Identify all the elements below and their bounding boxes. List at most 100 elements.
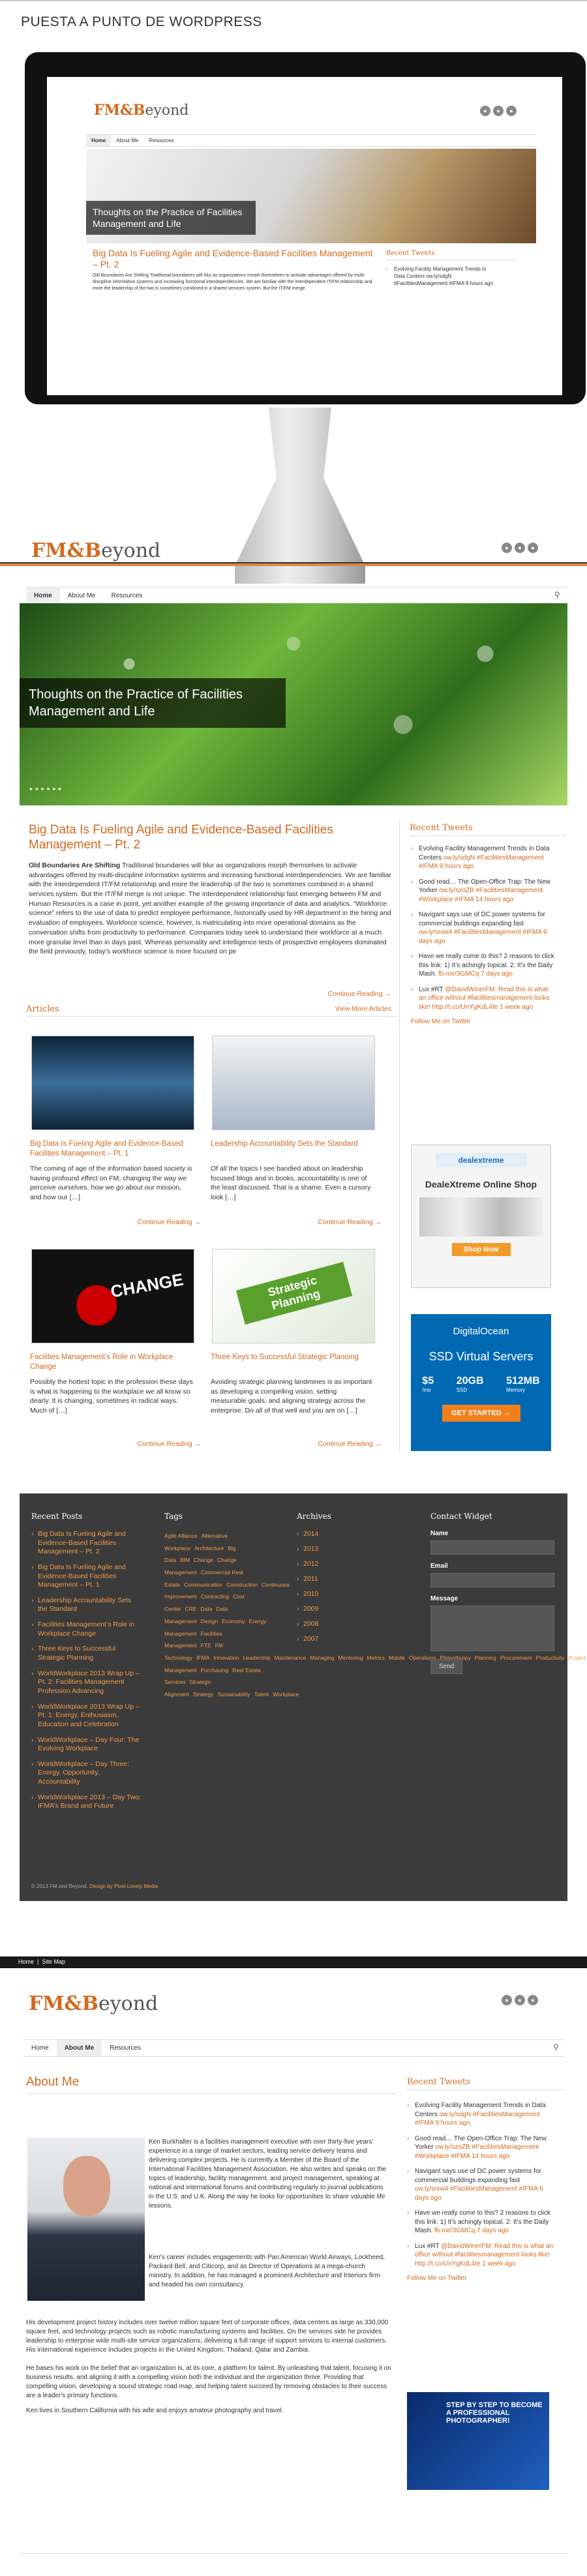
follow-twitter-link[interactable]: Follow Me on Twitter [411, 1018, 554, 1025]
footer-link[interactable]: Facilities Management’s Role in Workplac… [31, 1621, 142, 1638]
rss-icon[interactable]: ● [480, 106, 490, 116]
name-input[interactable] [430, 1540, 554, 1555]
archive-link[interactable]: 2012 [297, 1560, 395, 1568]
tag-link[interactable]: CRE [185, 1606, 197, 1612]
tag-link[interactable]: Workplace [273, 1691, 299, 1698]
footer-link[interactable]: WorldWorkplace 2013 Wrap Up – Pt. 1: Ene… [31, 1703, 142, 1730]
footer-link[interactable]: WorldWorkplace 2013 – Day Two: IFMA’s Br… [31, 1793, 142, 1811]
get-started-button[interactable]: GET STARTED → [442, 1405, 520, 1422]
article-title[interactable]: Big Data Is Fueling Agile and Evidence-B… [30, 1139, 193, 1159]
archive-link[interactable]: 2008 [297, 1620, 395, 1628]
archive-link[interactable]: 2013 [297, 1545, 395, 1553]
topbar-home[interactable]: Home [18, 1958, 34, 1965]
topbar-sitemap[interactable]: Site Map [42, 1958, 65, 1965]
tag-link[interactable]: Talent [254, 1691, 269, 1698]
nav-home[interactable]: Home [23, 2040, 57, 2056]
ad-photography[interactable]: STEP BY STEP TO BECOME A PROFESSIONAL PH… [407, 2392, 549, 2490]
archive-link[interactable]: 2007 [297, 1635, 395, 1643]
tag-link[interactable]: Mentoring [339, 1655, 363, 1661]
rss-icon[interactable]: ● [502, 543, 512, 553]
tweet-item: Navigant says use of DC power systems fo… [411, 910, 554, 946]
follow-twitter-link[interactable]: Follow Me on Twitter [407, 2275, 554, 2282]
footer-link[interactable]: Big Data Is Fueling Agile and Evidence-B… [31, 1530, 142, 1557]
archive-link[interactable]: 2014 [297, 1530, 395, 1538]
tag-link[interactable]: IFMA [196, 1655, 209, 1661]
tag-link[interactable]: Metrics [367, 1655, 384, 1661]
shop-now-button[interactable]: Shop Now [451, 1243, 511, 1256]
post-title[interactable]: Big Data Is Fueling Agile and Evidence-B… [29, 823, 394, 853]
footer-link[interactable]: Leadership Accountability Sets the Stand… [31, 1596, 142, 1614]
article-thumbnail[interactable]: CHANGE [31, 1249, 194, 1343]
send-button[interactable]: Send [430, 1659, 463, 1674]
continue-reading-link[interactable]: Continue Reading → [70, 1218, 201, 1226]
search-icon[interactable]: ⚲ [554, 590, 560, 599]
continue-reading-link[interactable]: Continue Reading → [261, 990, 391, 998]
tag-link[interactable]: Construction [226, 1581, 258, 1588]
tag-link[interactable]: Design [201, 1618, 218, 1625]
article-thumbnail[interactable] [31, 1036, 194, 1130]
site-logo[interactable]: FM&Beyond [29, 1992, 158, 2015]
nav-home[interactable]: Home [86, 135, 112, 146]
tag-link[interactable]: Contracting [201, 1593, 229, 1600]
nav-resources[interactable]: Resources [143, 135, 179, 146]
tag-link[interactable]: Maintenance [275, 1655, 307, 1661]
article-title[interactable]: Three Keys to Successful Strategic Plann… [211, 1353, 374, 1362]
article-thumbnail[interactable] [212, 1036, 375, 1130]
footer-link[interactable]: Three Keys to Successful Strategic Plann… [31, 1645, 142, 1662]
slider-dots[interactable]: ●●●●●● [29, 786, 64, 792]
nav-resources[interactable]: Resources [104, 588, 151, 604]
tag-link[interactable]: FTE [201, 1642, 211, 1649]
tag-link[interactable]: Architecture [194, 1545, 224, 1551]
twitter-icon[interactable]: ● [493, 106, 504, 116]
tag-link[interactable]: Sustainability [217, 1691, 250, 1698]
rss-icon[interactable]: ● [502, 1995, 512, 2005]
archive-link[interactable]: 2009 [297, 1605, 395, 1613]
ad-dealextreme[interactable]: dealextreme DealeXtreme Online Shop Shop… [411, 1145, 551, 1288]
view-more-articles-link[interactable]: View More Articles [261, 1005, 391, 1013]
nav-about[interactable]: About Me [60, 588, 104, 604]
tag-link[interactable]: Data [200, 1606, 212, 1612]
tag-link[interactable]: BIM [180, 1557, 190, 1563]
linkedin-icon[interactable]: ● [528, 543, 538, 553]
tag-link[interactable]: Innovation [213, 1655, 239, 1661]
nav-about[interactable]: About Me [111, 135, 143, 146]
footer-link[interactable]: Big Data Is Fueling Agile and Evidence-B… [31, 1563, 142, 1590]
tag-cloud[interactable]: Agile Alliance Alternative Workplace Archi… [164, 1530, 586, 1701]
tag-link[interactable]: Change [194, 1557, 213, 1563]
site-logo[interactable]: FM&Beyond [31, 539, 160, 562]
post-title[interactable]: Big Data Is Fueling Agile and Evidence-B… [93, 248, 373, 270]
site-logo[interactable]: FM&Beyond [94, 102, 188, 119]
footer-link[interactable]: WorldWorkplace 2013 Wrap Up – Pt. 2: Fac… [31, 1670, 142, 1696]
email-input[interactable] [430, 1573, 554, 1587]
continue-reading-link[interactable]: Continue Reading → [251, 1218, 382, 1226]
footer-link[interactable]: WorldWorkplace – Day Three: Energy, Oppo… [31, 1760, 142, 1787]
article-excerpt: Of all the topics I see bandied about on… [211, 1165, 371, 1202]
tag-link[interactable]: Purchasing [201, 1667, 229, 1673]
tag-link[interactable]: Mobile [389, 1655, 405, 1661]
archive-link[interactable]: 2011 [297, 1575, 395, 1583]
social-icons: ● ● ● [499, 541, 538, 553]
linkedin-icon[interactable]: ● [528, 1995, 538, 2005]
footer-link[interactable]: WorldWorkplace – Day Four: The Evolving … [31, 1736, 142, 1754]
tag-link[interactable]: Strategy [193, 1691, 214, 1698]
continue-reading-link[interactable]: Continue Reading → [251, 1440, 382, 1448]
tag-link[interactable]: Economy [222, 1618, 245, 1625]
continue-reading-link[interactable]: Continue Reading → [70, 1440, 201, 1448]
search-icon[interactable]: ⚲ [553, 2043, 559, 2052]
article-title[interactable]: Facilities Management’s Role in Workplac… [30, 1353, 193, 1372]
tag-link[interactable]: Managing [310, 1655, 334, 1661]
nav-home[interactable]: Home [26, 588, 60, 604]
tag-link[interactable]: Leadership [243, 1655, 271, 1661]
twitter-icon[interactable]: ● [515, 1995, 525, 2005]
ad-digitalocean[interactable]: DigitalOcean SSD Virtual Servers $5/mo 2… [411, 1314, 551, 1451]
article-thumbnail[interactable]: Strategic Planning [212, 1249, 375, 1343]
tag-link[interactable]: Communication [184, 1581, 222, 1588]
tag-link[interactable]: Agile Alliance [164, 1533, 198, 1539]
nav-resources[interactable]: Resources [102, 2040, 149, 2056]
twitter-icon[interactable]: ● [515, 543, 525, 553]
linkedin-icon[interactable]: ● [506, 106, 517, 116]
nav-about[interactable]: About Me [56, 2040, 102, 2056]
message-textarea[interactable] [430, 1606, 554, 1651]
article-title[interactable]: Leadership Accountability Sets the Stand… [211, 1139, 374, 1149]
archive-link[interactable]: 2010 [297, 1590, 395, 1598]
